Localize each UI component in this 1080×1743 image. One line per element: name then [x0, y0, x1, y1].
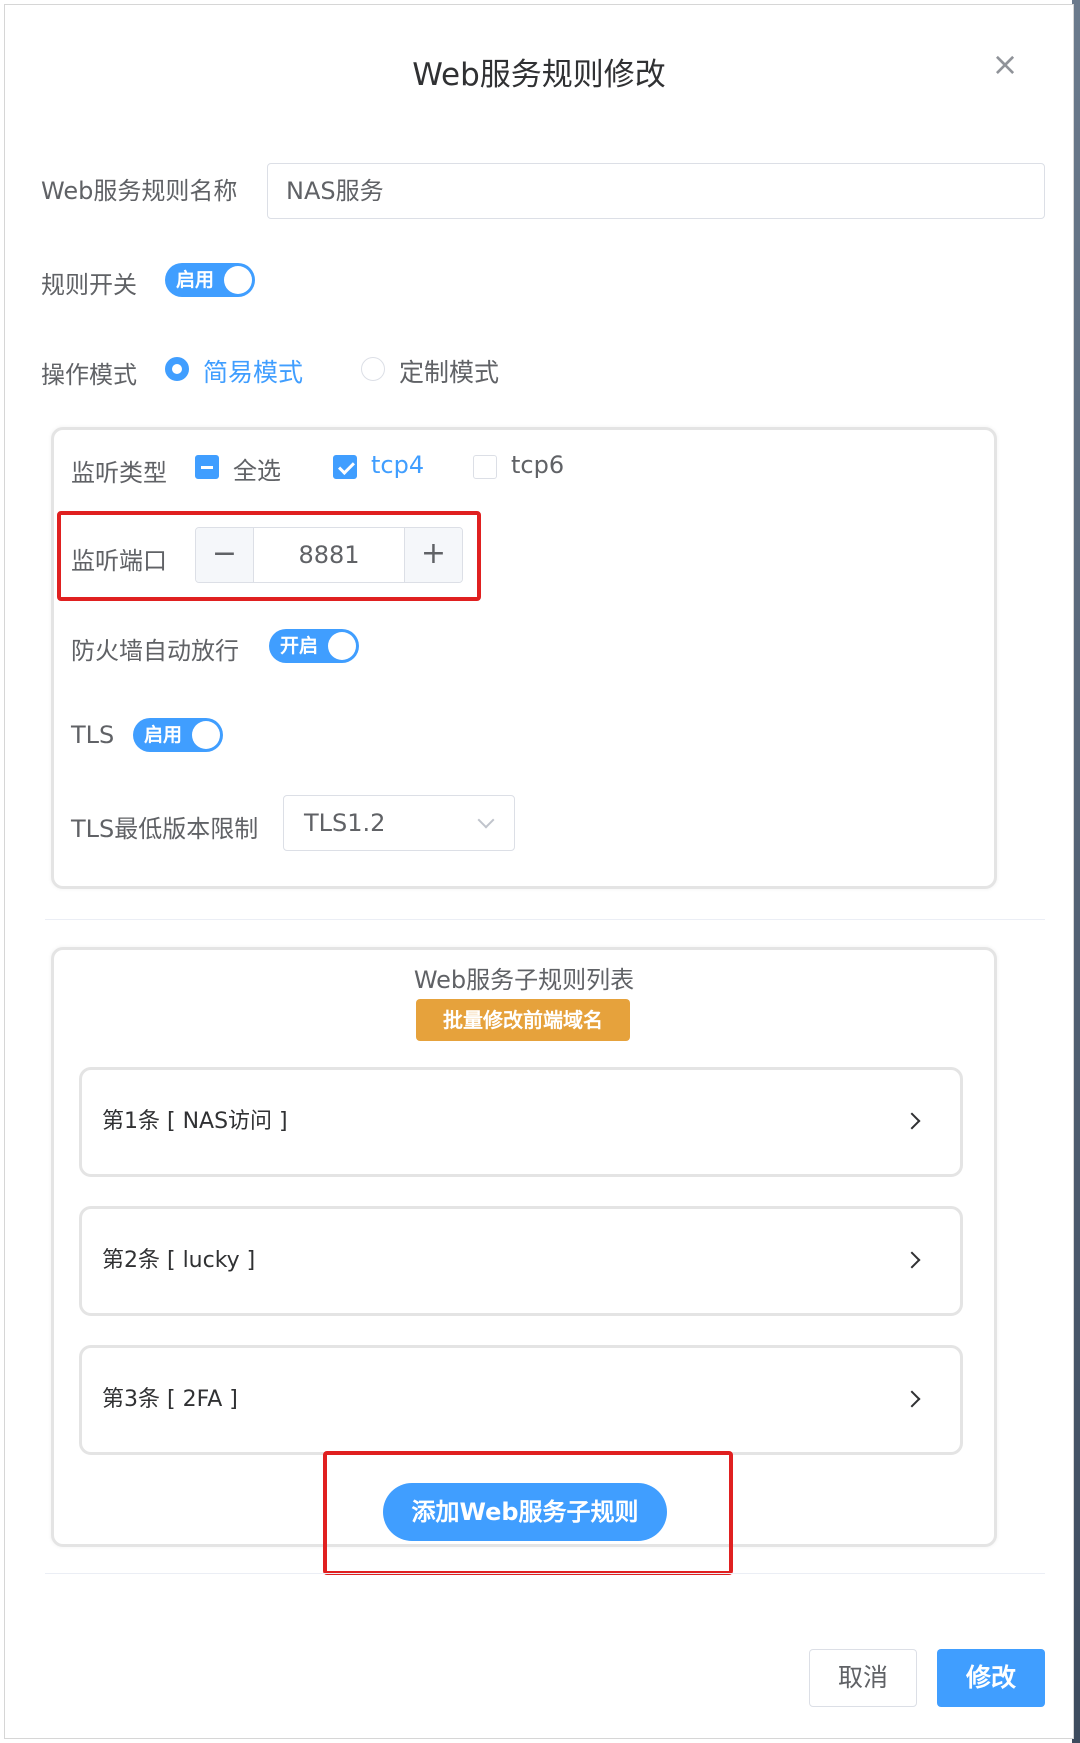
checkbox-tcp4-label[interactable]: tcp4 — [371, 451, 424, 479]
subrules-title: Web服务子规则列表 — [413, 966, 635, 994]
mode-label: 操作模式 — [41, 361, 137, 389]
rule-name-input[interactable]: NAS服务 — [267, 163, 1045, 219]
edit-rule-dialog: Web服务规则修改 × Web服务规则名称 NAS服务 规则开关 启用 操作模式… — [4, 4, 1074, 1739]
checkbox-select-all[interactable] — [195, 455, 219, 479]
radio-custom-mode[interactable] — [361, 357, 385, 381]
tls-switch-text: 启用 — [144, 724, 183, 746]
cancel-button[interactable]: 取消 — [809, 1649, 917, 1707]
tls-min-version-select[interactable]: TLS1.2 — [283, 795, 515, 851]
chevron-down-icon — [477, 811, 495, 829]
subrule-item-label: 第1条 [ NAS访问 ] — [102, 1109, 288, 1134]
chevron-right-icon — [903, 1390, 921, 1408]
subrule-item-2[interactable]: 第2条 [ lucky ] — [79, 1206, 963, 1316]
tls-min-version-label: TLS最低版本限制 — [71, 815, 259, 843]
checkbox-select-all-label[interactable]: 全选 — [233, 451, 281, 486]
listen-port-stepper: − 8881 + — [195, 527, 463, 583]
port-increment-button[interactable]: + — [404, 528, 462, 582]
port-decrement-button[interactable]: − — [196, 528, 254, 582]
firewall-label: 防火墙自动放行 — [71, 637, 239, 665]
subrule-item-label: 第3条 [ 2FA ] — [102, 1387, 238, 1412]
rule-switch-text: 启用 — [176, 269, 215, 291]
listen-type-label: 监听类型 — [71, 459, 167, 487]
rule-name-label: Web服务规则名称 — [41, 177, 238, 205]
switch-knob — [192, 721, 220, 749]
subrule-item-label: 第2条 [ lucky ] — [102, 1248, 256, 1273]
close-icon[interactable]: × — [989, 48, 1021, 81]
radio-simple-mode[interactable] — [165, 357, 189, 381]
rule-switch-toggle[interactable]: 启用 — [165, 263, 255, 297]
divider — [45, 1573, 1045, 1574]
firewall-switch-text: 开启 — [280, 635, 319, 657]
checkbox-tcp6[interactable] — [473, 455, 497, 479]
checkbox-tcp6-label[interactable]: tcp6 — [511, 451, 564, 479]
dialog-title: Web服务规则修改 — [412, 57, 666, 93]
switch-knob — [224, 266, 252, 294]
firewall-switch-toggle[interactable]: 开启 — [269, 629, 359, 663]
add-subrule-button[interactable]: 添加Web服务子规则 — [383, 1483, 667, 1541]
tls-min-version-value: TLS1.2 — [304, 809, 386, 837]
divider — [45, 919, 1045, 920]
tls-switch-toggle[interactable]: 启用 — [133, 718, 223, 752]
radio-custom-mode-label[interactable]: 定制模式 — [399, 353, 499, 389]
subrule-item-3[interactable]: 第3条 [ 2FA ] — [79, 1345, 963, 1455]
listen-port-label: 监听端口 — [71, 547, 167, 575]
rule-switch-label: 规则开关 — [41, 271, 137, 299]
radio-simple-mode-label[interactable]: 简易模式 — [203, 353, 303, 389]
subrule-item-1[interactable]: 第1条 [ NAS访问 ] — [79, 1067, 963, 1177]
port-value-input[interactable]: 8881 — [254, 528, 404, 582]
switch-knob — [328, 632, 356, 660]
tls-label: TLS — [71, 721, 115, 749]
checkbox-tcp4[interactable] — [333, 455, 357, 479]
batch-edit-domain-button[interactable]: 批量修改前端域名 — [416, 999, 630, 1041]
chevron-right-icon — [903, 1251, 921, 1269]
confirm-edit-button[interactable]: 修改 — [937, 1649, 1045, 1707]
chevron-right-icon — [903, 1112, 921, 1130]
